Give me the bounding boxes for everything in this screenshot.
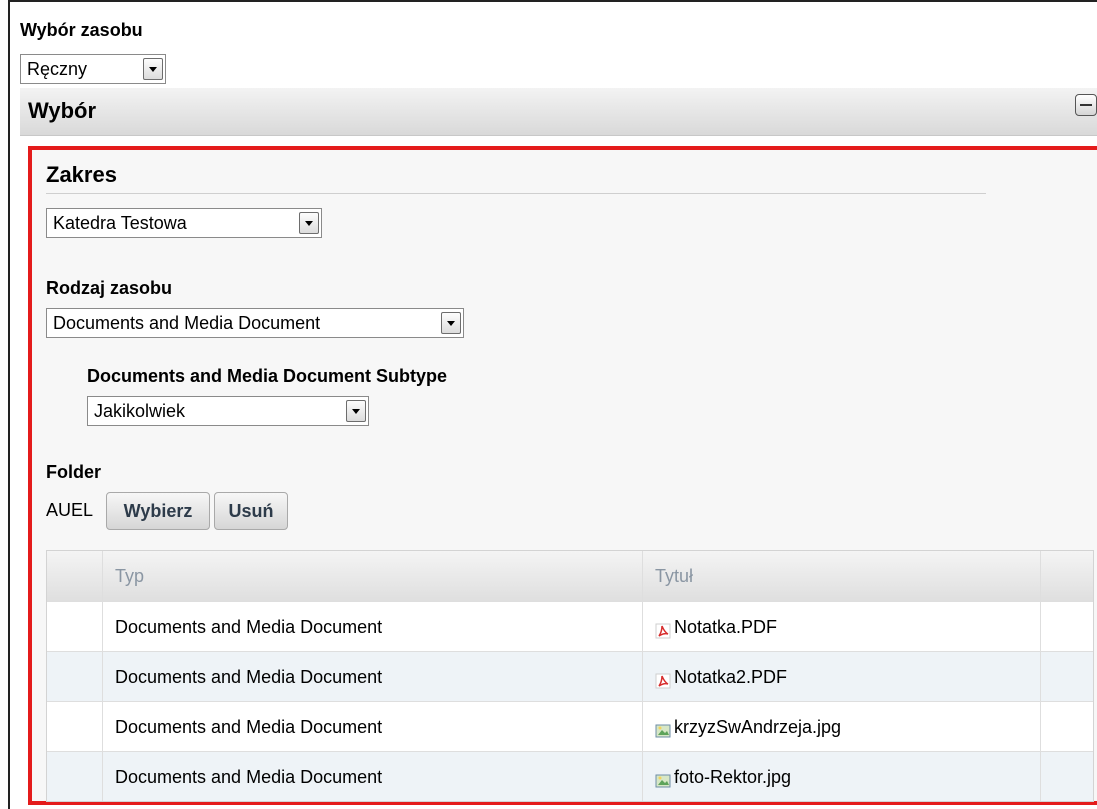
asset-type-select[interactable]: Documents and Media Document: [46, 308, 464, 338]
scope-title: Zakres: [46, 162, 117, 187]
image-icon: [655, 774, 671, 788]
table-row[interactable]: Documents and Media Document foto-Rektor…: [47, 751, 1093, 801]
portlet-frame: Wybór zasobu Ręczny Wybór Zakres Katedra…: [8, 0, 1097, 809]
table-row[interactable]: Documents and Media Document Notatka.PDF: [47, 601, 1093, 651]
row-select-cell[interactable]: [47, 602, 103, 651]
table-header-title[interactable]: Tytuł: [643, 551, 1041, 601]
chevron-down-icon[interactable]: [143, 58, 163, 80]
remove-folder-button[interactable]: Usuń: [214, 492, 288, 530]
row-type: Documents and Media Document: [103, 702, 643, 751]
row-type: Documents and Media Document: [103, 602, 643, 651]
scope-divider: [46, 193, 986, 194]
pdf-icon: [655, 673, 671, 689]
subtype-select[interactable]: Jakikolwiek: [87, 396, 369, 426]
scope-select[interactable]: Katedra Testowa: [46, 208, 322, 238]
row-title-cell[interactable]: Notatka2.PDF: [643, 652, 1041, 701]
table-header-row: Typ Tytuł: [47, 551, 1093, 601]
row-title-cell[interactable]: Notatka.PDF: [643, 602, 1041, 651]
selection-panel-header[interactable]: Wybór: [20, 88, 1097, 136]
asset-type-select-value: Documents and Media Document: [53, 313, 321, 333]
collapse-icon[interactable]: [1075, 94, 1097, 116]
asset-type-label: Rodzaj zasobu: [46, 278, 173, 298]
row-actions-cell: [1041, 652, 1093, 701]
table-header-blank: [47, 551, 103, 601]
row-select-cell[interactable]: [47, 752, 103, 801]
pdf-icon: [655, 623, 671, 639]
assets-table: Typ Tytuł Documents and Media Document N…: [46, 550, 1094, 802]
asset-selection-title: Wybór zasobu: [20, 20, 143, 40]
row-type: Documents and Media Document: [103, 652, 643, 701]
subtype-select-value: Jakikolwiek: [94, 401, 186, 421]
highlighted-selection-area: Zakres Katedra Testowa Rodzaj zasobu Doc…: [28, 146, 1097, 805]
chevron-down-icon[interactable]: [299, 212, 319, 234]
table-row[interactable]: Documents and Media Document krzyzSwAndr…: [47, 701, 1093, 751]
row-actions-cell: [1041, 602, 1093, 651]
row-title-cell[interactable]: foto-Rektor.jpg: [643, 752, 1041, 801]
asset-selection-mode-value: Ręczny: [27, 59, 88, 79]
folder-label: Folder: [46, 462, 102, 482]
image-icon: [655, 724, 671, 738]
row-title: Notatka2.PDF: [674, 667, 788, 687]
subtype-label: Documents and Media Document Subtype: [87, 366, 448, 386]
table-header-actions: [1041, 551, 1093, 601]
row-actions-cell: [1041, 752, 1093, 801]
row-title: Notatka.PDF: [674, 617, 778, 637]
asset-selection-mode-select[interactable]: Ręczny: [20, 54, 166, 84]
table-header-type[interactable]: Typ: [103, 551, 643, 601]
chevron-down-icon[interactable]: [441, 312, 461, 334]
selection-panel-title: Wybór: [28, 98, 97, 123]
row-actions-cell: [1041, 702, 1093, 751]
row-title: foto-Rektor.jpg: [674, 767, 792, 787]
select-folder-button[interactable]: Wybierz: [106, 492, 210, 530]
row-type: Documents and Media Document: [103, 752, 643, 801]
scope-select-value: Katedra Testowa: [53, 213, 187, 233]
folder-value: AUEL: [46, 500, 94, 520]
row-title: krzyzSwAndrzeja.jpg: [674, 717, 842, 737]
row-title-cell[interactable]: krzyzSwAndrzeja.jpg: [643, 702, 1041, 751]
table-row[interactable]: Documents and Media Document Notatka2.PD…: [47, 651, 1093, 701]
row-select-cell[interactable]: [47, 652, 103, 701]
chevron-down-icon[interactable]: [346, 400, 366, 422]
row-select-cell[interactable]: [47, 702, 103, 751]
